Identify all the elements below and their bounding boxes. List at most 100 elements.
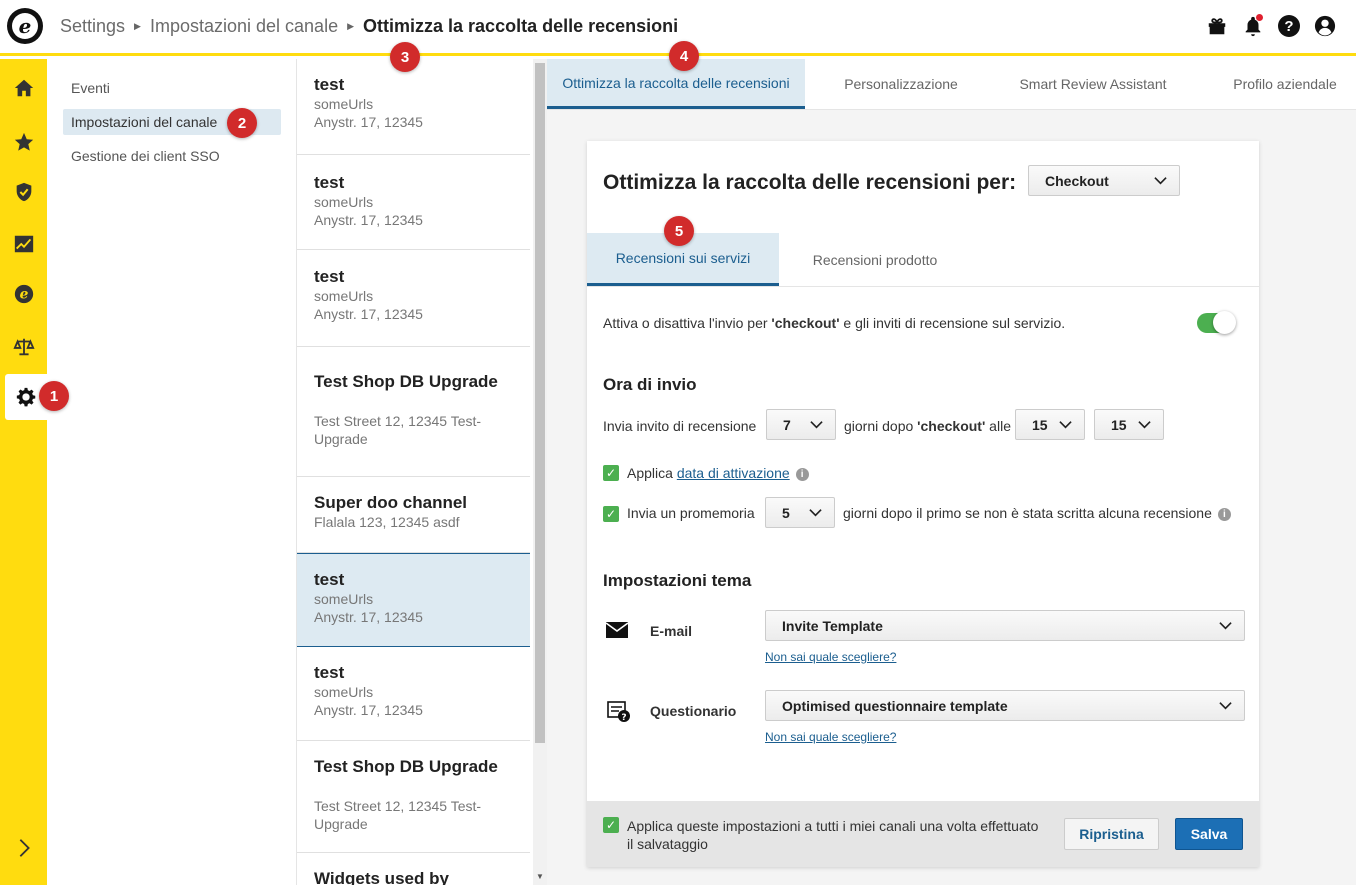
apply-all-channels-label: Applica queste impostazioni a tutti i mi…: [627, 818, 1039, 852]
icon-rail: e: [0, 59, 47, 885]
trusted-shops-logo[interactable]: e: [7, 8, 43, 44]
user-avatar-icon[interactable]: [1314, 15, 1336, 37]
tab-product-reviews[interactable]: Recensioni prodotto: [779, 233, 971, 286]
home-icon[interactable]: [0, 65, 47, 111]
scrollbar-thumb[interactable]: [535, 63, 545, 743]
reminder-days-select[interactable]: 5: [765, 497, 835, 528]
breadcrumb-settings[interactable]: Settings: [60, 16, 125, 37]
hour-select[interactable]: 15: [1015, 409, 1085, 440]
card-footer: ✓ Applica queste impostazioni a tutti i …: [587, 801, 1259, 867]
breadcrumb: Settings ▶ Impostazioni del canale ▶ Ott…: [60, 16, 678, 37]
questionnaire-icon: ?: [607, 701, 631, 728]
callout-badge-1: 1: [39, 381, 69, 411]
reminder-checkbox[interactable]: ✓: [603, 506, 619, 522]
channel-list-item[interactable]: test someUrls Anystr. 17, 12345: [297, 250, 530, 347]
questionnaire-help-link[interactable]: Non sai quale scegliere?: [765, 730, 896, 744]
channel-list-item[interactable]: Test Shop DB Upgrade Test Street 12, 123…: [297, 741, 530, 853]
star-icon[interactable]: [0, 119, 47, 165]
save-button[interactable]: Salva: [1175, 818, 1243, 850]
hour-select-value: 15: [1032, 416, 1048, 433]
callout-badge-3: 3: [390, 42, 420, 72]
scales-icon[interactable]: [0, 324, 47, 370]
service-invites-toggle[interactable]: [1197, 311, 1236, 334]
callout-badge-2: 2: [227, 108, 257, 138]
channel-list-item[interactable]: test someUrls Anystr. 17, 12345: [297, 647, 530, 741]
channel-list-item[interactable]: test someUrls Anystr. 17, 12345: [297, 59, 530, 155]
theme-settings-heading: Impostazioni tema: [603, 571, 752, 590]
channel-list-item[interactable]: Test Shop DB Upgrade Test Street 12, 123…: [297, 347, 530, 477]
minute-select-value: 15: [1111, 416, 1127, 433]
email-help-link[interactable]: Non sai quale scegliere?: [765, 650, 896, 664]
channel-url: someUrls: [314, 96, 374, 112]
channel-list-scrollbar[interactable]: ▼: [533, 59, 547, 885]
chevron-down-icon: [810, 421, 823, 429]
svg-text:e: e: [19, 287, 28, 303]
trusted-e-icon[interactable]: e: [0, 271, 47, 317]
settings-tabs: Ottimizza la raccolta delle recensioni P…: [547, 59, 1356, 110]
channel-address: Flalala 123, 12345 asdf: [314, 514, 460, 530]
questionnaire-template-value: Optimised questionnaire template: [782, 697, 1008, 714]
scope-select[interactable]: Checkout: [1028, 165, 1180, 196]
breadcrumb-current: Ottimizza la raccolta delle recensioni: [363, 16, 679, 36]
toggle-description: Attiva o disattiva l'invio per 'checkout…: [603, 315, 1066, 331]
days-select[interactable]: 7: [766, 409, 836, 440]
questionnaire-template-select[interactable]: Optimised questionnaire template: [765, 690, 1245, 721]
callout-badge-4: 4: [669, 41, 699, 71]
activation-date-link[interactable]: data di attivazione: [677, 465, 790, 481]
send-invite-label: Invia invito di recensione: [603, 418, 757, 434]
bell-icon[interactable]: [1242, 14, 1264, 37]
channel-title: Super doo channel: [314, 493, 468, 512]
envelope-icon: [605, 621, 629, 644]
breadcrumb-separator-icon: ▶: [134, 21, 141, 31]
scroll-down-arrow-icon[interactable]: ▼: [536, 872, 544, 881]
channel-address-2: Upgrade: [314, 431, 368, 447]
channel-address: Anystr. 17, 12345: [314, 114, 423, 130]
apply-activation-checkbox[interactable]: ✓: [603, 465, 619, 481]
email-template-value: Invite Template: [782, 617, 883, 634]
gift-icon[interactable]: [1206, 15, 1228, 37]
toggle-knob: [1213, 311, 1236, 334]
apply-all-channels-checkbox[interactable]: ✓: [603, 817, 619, 833]
reminder-label: Invia un promemoria: [627, 505, 755, 521]
channel-title: Test Shop DB Upgrade: [314, 757, 498, 776]
minute-select[interactable]: 15: [1094, 409, 1164, 440]
days-select-value: 7: [783, 416, 791, 433]
main-content: Ottimizza la raccolta delle recensioni P…: [547, 59, 1356, 885]
channel-list-item[interactable]: Super doo channel Flalala 123, 12345 asd…: [297, 477, 530, 553]
tab-smart-review-assistant[interactable]: Smart Review Assistant: [997, 59, 1189, 109]
channel-url: someUrls: [314, 288, 374, 304]
channel-address: Anystr. 17, 12345: [314, 702, 423, 718]
scope-select-value: Checkout: [1045, 172, 1109, 189]
email-template-select[interactable]: Invite Template: [765, 610, 1245, 641]
breadcrumb-channel-settings[interactable]: Impostazioni del canale: [150, 16, 338, 37]
send-time-heading: Ora di invio: [603, 375, 697, 394]
callout-badge-5: 5: [664, 216, 694, 246]
chevron-down-icon: [809, 509, 822, 517]
channel-list-item[interactable]: Widgets used by: [297, 853, 530, 885]
subnav-item-sso-clients[interactable]: Gestione dei client SSO: [63, 143, 281, 169]
channel-url: someUrls: [314, 591, 374, 607]
info-icon[interactable]: i: [795, 467, 809, 481]
channel-title: test: [314, 75, 345, 94]
info-icon[interactable]: i: [1217, 507, 1231, 521]
help-icon[interactable]: ?: [1278, 15, 1300, 37]
shield-check-icon[interactable]: [0, 169, 47, 215]
tab-company-profile[interactable]: Profilo aziendale: [1189, 59, 1356, 109]
reset-button[interactable]: Ripristina: [1064, 818, 1159, 850]
channel-list-item-selected[interactable]: test someUrls Anystr. 17, 12345: [297, 553, 530, 647]
chevron-down-icon: [1059, 421, 1072, 429]
channel-title: Widgets used by: [314, 869, 449, 885]
apply-activation-label: Applica data di attivazione i: [627, 465, 809, 481]
channel-title: test: [314, 267, 345, 286]
chart-icon[interactable]: [0, 221, 47, 267]
subnav-item-events[interactable]: Eventi: [63, 75, 281, 101]
tab-personalization[interactable]: Personalizzazione: [805, 59, 997, 109]
channel-address: Anystr. 17, 12345: [314, 212, 423, 228]
channel-address-2: Upgrade: [314, 816, 368, 832]
chevron-right-icon[interactable]: [0, 825, 47, 871]
card-title: Ottimizza la raccolta delle recensioni p…: [603, 171, 1017, 194]
channel-url: someUrls: [314, 684, 374, 700]
svg-text:?: ?: [621, 713, 626, 723]
channel-list-item[interactable]: test someUrls Anystr. 17, 12345: [297, 155, 530, 250]
settings-subnav: Eventi Impostazioni del canale Gestione …: [47, 59, 297, 885]
